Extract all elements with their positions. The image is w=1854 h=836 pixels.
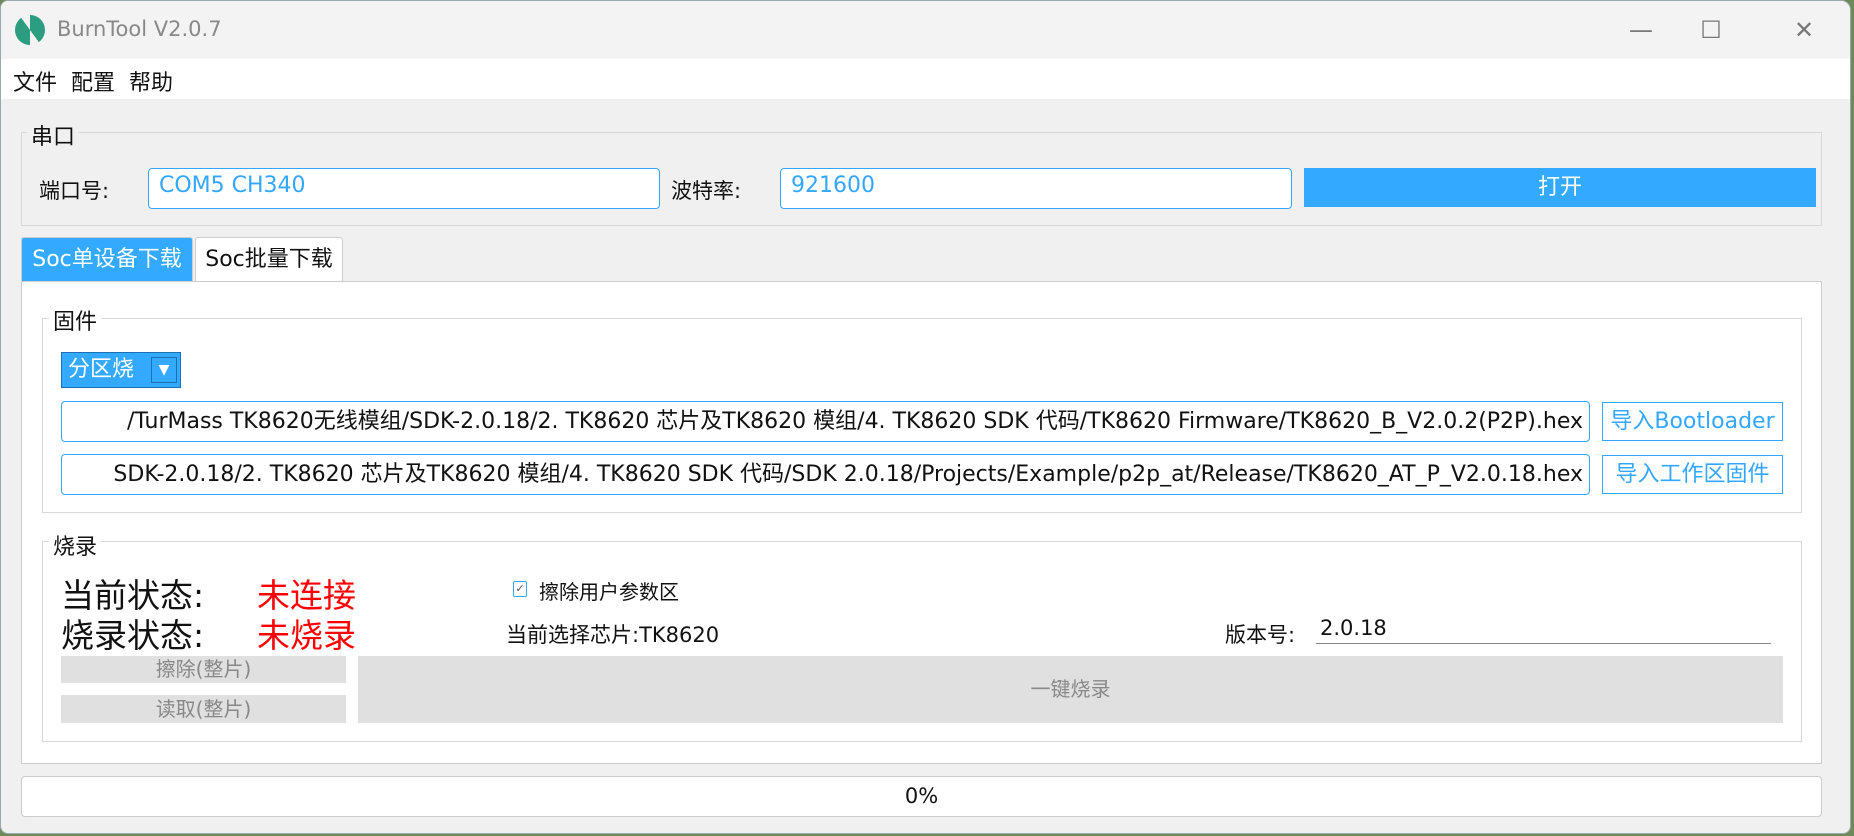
tab-batch[interactable]: Soc批量下载 xyxy=(195,237,343,281)
app-path-text: SDK-2.0.18/2. TK8620 芯片及TK8620 模组/4. TK8… xyxy=(113,462,1583,487)
port-label: 端口号: xyxy=(39,179,110,203)
read-chip-button[interactable]: 读取(整片) xyxy=(61,695,346,723)
burn-status-label: 烧录状态: xyxy=(61,616,205,655)
minimize-button[interactable]: — xyxy=(1611,9,1671,51)
app-logo-icon xyxy=(15,15,45,45)
burn-status-value: 未烧录 xyxy=(257,616,356,655)
progress-bar: 0% xyxy=(21,776,1822,817)
mode-select[interactable]: 分区烧 ▼ xyxy=(61,352,181,388)
firmware-group-label: 固件 xyxy=(49,304,102,336)
progress-text: 0% xyxy=(904,784,939,808)
chevron-down-icon: ▼ xyxy=(151,357,177,383)
tab-single-device[interactable]: Soc单设备下载 xyxy=(21,237,193,281)
serial-group-label: 串口 xyxy=(27,119,80,151)
one-click-burn-button[interactable]: 一键烧录 xyxy=(358,656,1783,723)
title-bar: BurnTool V2.0.7 — ☐ ✕ xyxy=(1,1,1850,59)
erase-chip-button[interactable]: 擦除(整片) xyxy=(61,656,346,683)
port-select[interactable]: COM5 CH340 xyxy=(148,168,660,209)
mode-select-value: 分区烧 xyxy=(68,357,135,382)
burn-group-label: 烧录 xyxy=(49,529,102,561)
menu-bar: 文件 配置 帮助 xyxy=(1,59,1850,99)
close-button[interactable]: ✕ xyxy=(1774,9,1834,51)
erase-user-checkbox[interactable]: ✓ xyxy=(513,581,527,597)
menu-config[interactable]: 配置 xyxy=(71,65,115,97)
import-app-firmware-button[interactable]: 导入工作区固件 xyxy=(1602,455,1783,494)
menu-help[interactable]: 帮助 xyxy=(129,65,173,97)
burntool-window: BurnTool V2.0.7 — ☐ ✕ 文件 配置 帮助 串口 端口号: C… xyxy=(0,0,1851,834)
version-label: 版本号: xyxy=(1225,623,1296,647)
baud-input[interactable]: 921600 xyxy=(780,168,1292,209)
open-port-button[interactable]: 打开 xyxy=(1304,168,1816,207)
import-bootloader-button[interactable]: 导入Bootloader xyxy=(1602,402,1783,441)
window-title: BurnTool V2.0.7 xyxy=(57,17,222,41)
chip-text: 当前选择芯片:TK8620 xyxy=(506,623,720,647)
bootloader-path-text: /TurMass TK8620无线模组/SDK-2.0.18/2. TK8620… xyxy=(126,409,1583,434)
menu-file[interactable]: 文件 xyxy=(13,65,57,97)
app-firmware-path-input[interactable]: SDK-2.0.18/2. TK8620 芯片及TK8620 模组/4. TK8… xyxy=(61,454,1590,495)
baud-label: 波特率: xyxy=(671,179,742,203)
erase-user-label: 擦除用户参数区 xyxy=(539,580,679,604)
version-input[interactable]: 2.0.18 xyxy=(1316,616,1771,644)
maximize-button[interactable]: ☐ xyxy=(1681,9,1741,51)
bootloader-path-input[interactable]: /TurMass TK8620无线模组/SDK-2.0.18/2. TK8620… xyxy=(61,401,1590,442)
